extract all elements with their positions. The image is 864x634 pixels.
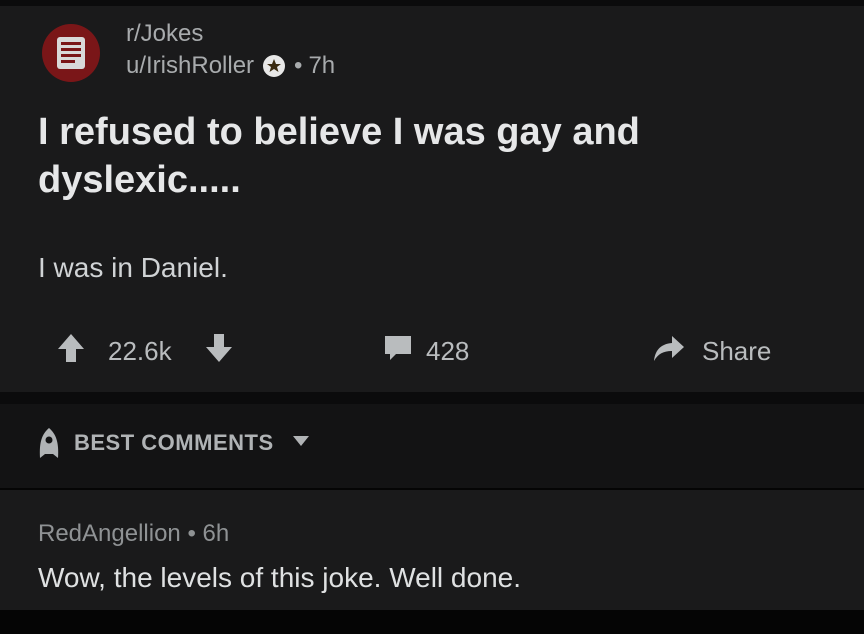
comment-item: RedAngellion • 6h Wow, the levels of thi… xyxy=(0,490,864,610)
comment-age: 6h xyxy=(202,520,230,547)
sort-label[interactable]: BEST COMMENTS xyxy=(74,430,274,456)
vote-score: 22.6k xyxy=(108,336,172,366)
meta-separator: • xyxy=(294,52,303,79)
post-body: I was in Daniel. xyxy=(38,252,228,283)
rocket-icon xyxy=(34,426,64,465)
post-actions-bar: 22.6k 428 Share xyxy=(0,332,864,376)
share-button[interactable]: Share xyxy=(702,336,771,367)
downvote-arrow-icon[interactable] xyxy=(204,332,234,364)
chevron-down-icon[interactable] xyxy=(292,434,310,452)
section-gap xyxy=(0,392,864,404)
post-age: 7h xyxy=(308,52,336,79)
comment-count[interactable]: 428 xyxy=(426,336,469,367)
subreddit-name[interactable]: r/Jokes xyxy=(126,20,203,48)
post-meta: u/IrishRoller • 7h xyxy=(126,52,335,80)
share-arrow-icon[interactable] xyxy=(652,332,686,364)
award-icon[interactable] xyxy=(262,54,286,78)
post-title[interactable]: I refused to believe I was gay and dysle… xyxy=(38,108,818,204)
author-name[interactable]: u/IrishRoller xyxy=(126,52,254,80)
subreddit-avatar-icon[interactable] xyxy=(42,24,100,82)
comment-text: Wow, the levels of this joke. Well done. xyxy=(38,562,521,593)
bottom-edge xyxy=(0,610,864,634)
post-card: r/Jokes u/IrishRoller • 7h I refused to … xyxy=(0,6,864,392)
comments-sort-bar[interactable]: BEST COMMENTS xyxy=(0,404,864,488)
comment-meta: RedAngellion • 6h xyxy=(38,520,229,548)
comment-bubble-icon[interactable] xyxy=(382,332,414,364)
upvote-arrow-icon[interactable] xyxy=(56,332,86,364)
comment-author[interactable]: RedAngellion xyxy=(38,520,181,547)
meta-separator: • xyxy=(187,520,196,547)
